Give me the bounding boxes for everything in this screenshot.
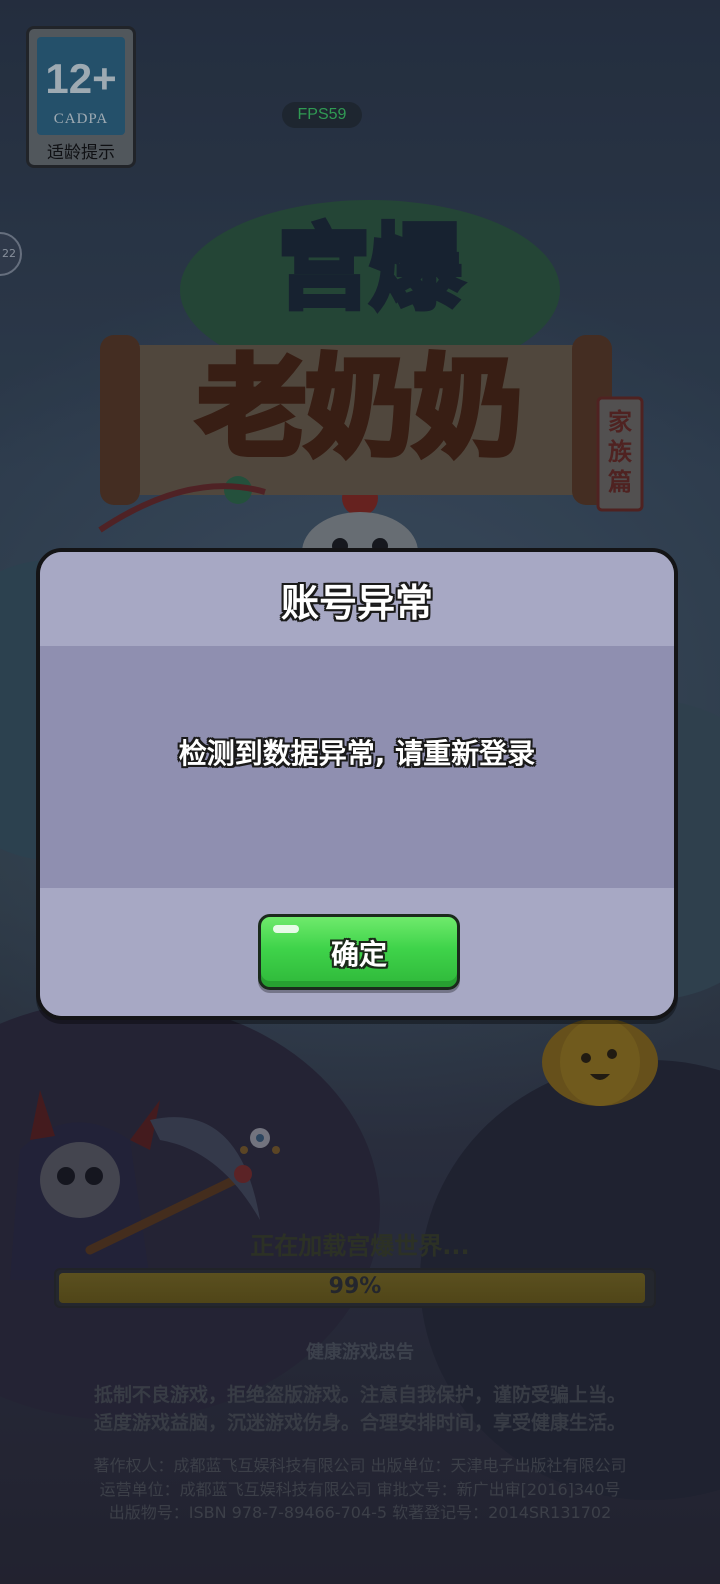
- account-error-dialog: 账号异常 检测到数据异常, 请重新登录 确定: [36, 548, 678, 1020]
- button-shine: [273, 925, 299, 933]
- dialog-footer: 确定: [40, 888, 674, 1016]
- dialog-title: 账号异常: [280, 581, 433, 625]
- dialog-message: 检测到数据异常, 请重新登录: [178, 737, 536, 770]
- dialog-header: 账号异常: [40, 552, 674, 646]
- confirm-button[interactable]: 确定: [258, 914, 460, 990]
- confirm-button-label: 确定: [330, 938, 387, 971]
- dialog-body: 检测到数据异常, 请重新登录: [40, 646, 674, 888]
